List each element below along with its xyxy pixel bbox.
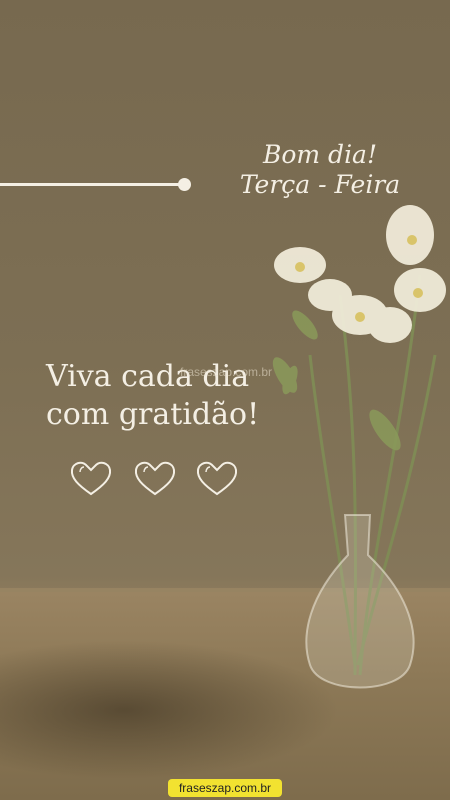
heart-icon	[70, 461, 112, 496]
flower-vase-illustration	[272, 205, 446, 689]
watermark: fraseszap.com.br	[180, 365, 273, 379]
quote-line-2: com gratidão!	[46, 397, 260, 432]
greeting-line-1: Bom dia!	[262, 140, 378, 169]
hearts-row	[68, 458, 248, 498]
site-badge-link[interactable]: fraseszap.com.br	[168, 779, 282, 797]
decorative-dot	[178, 178, 191, 191]
heart-icon	[134, 461, 176, 496]
decorative-line	[0, 183, 184, 186]
greeting-line-2: Terça - Feira	[239, 170, 401, 199]
greeting: Bom dia! Terça - Feira	[205, 140, 435, 200]
heart-icon	[196, 461, 238, 496]
